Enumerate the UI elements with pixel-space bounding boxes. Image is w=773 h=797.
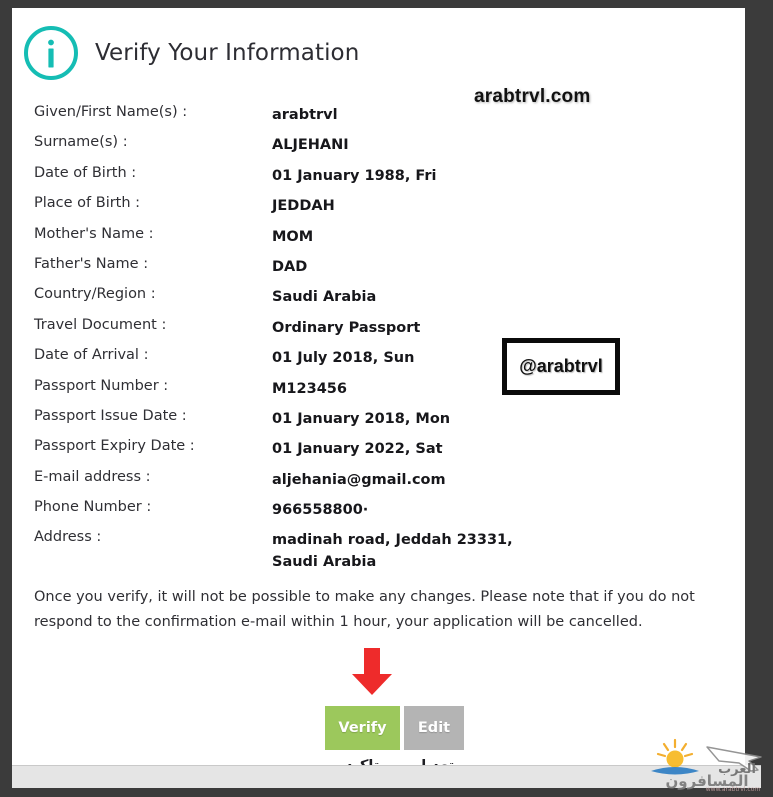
edit-button-caption-arabic: تعديل [404,758,464,765]
field-label: Father's Name : [34,255,149,272]
verify-button[interactable]: Verify [325,706,400,750]
field-value: arabtrvl [272,107,338,123]
field-value: ALJEHANI [272,137,349,154]
field-label: Phone Number : [34,499,152,516]
field-label: Mother's Name : [34,225,154,242]
field-row: Country/Region : Saudi Arabia [12,286,745,316]
field-value: MOM [272,228,314,245]
field-row: Address : madinah road, Jeddah 23331, Sau… [12,529,745,581]
field-row: Date of Arrival : 01 July 2018, Sun [12,347,745,377]
field-value: M123456 [272,380,347,397]
field-value: 966558800· [272,502,369,519]
verification-page-card: Verify Your Information arabtrvl.com @ar… [12,8,745,765]
verify-button-caption-arabic: تاكيد [325,758,400,765]
field-label: Passport Expiry Date : [34,438,195,455]
red-down-arrow-icon [345,648,399,696]
page-header: Verify Your Information [12,8,745,94]
field-label: Passport Issue Date : [34,407,187,424]
field-row: Passport Issue Date : 01 January 2018, Mo… [12,408,745,438]
field-label: Given/First Name(s) : [34,104,188,120]
field-value: 01 January 2022, Sat [272,441,443,458]
field-value: aljehania@gmail.com [272,471,446,488]
field-value: Ordinary Passport [272,319,421,336]
field-value: 01 January 1988, Fri [272,167,437,184]
brand-logo-watermark: العرب المسافرون www.arabtrvl.com [645,737,767,793]
field-label: Travel Document : [34,316,167,333]
field-row: Father's Name : DAD [12,256,745,286]
field-value: DAD [272,258,308,275]
field-label: E-mail address : [34,468,151,485]
field-row: Passport Expiry Date : 01 January 2022, S… [12,438,745,468]
svg-text:www.arabtrvl.com: www.arabtrvl.com [706,786,761,793]
field-value: madinah road, Jeddah 23331, Saudi Arabia [272,532,513,571]
field-value: 01 July 2018, Sun [272,350,415,367]
field-value: 01 January 2018, Mon [272,410,451,427]
field-label: Surname(s) : [34,134,128,151]
field-value: JEDDAH [272,198,335,215]
field-row: Place of Birth : JEDDAH [12,195,745,225]
field-value: Saudi Arabia [272,289,377,306]
field-row: Surname(s) : ALJEHANI [12,134,745,164]
window-frame: Verify Your Information arabtrvl.com @ar… [0,0,773,796]
edit-button[interactable]: Edit [404,706,464,750]
field-label: Passport Number : [34,377,169,394]
field-label: Place of Birth : [34,195,141,212]
field-row: E-mail address : aljehania@gmail.com [12,469,745,499]
field-label: Date of Birth : [34,164,137,181]
information-field-list: Given/First Name(s) : arabtrvl Surname(s) … [12,104,745,581]
field-label: Address : [34,529,102,546]
field-row: Travel Document : Ordinary Passport [12,317,745,347]
field-row: Passport Number : M123456 [12,378,745,408]
field-row: Mother's Name : MOM [12,226,745,256]
disclaimer-text: Once you verify, it will not be possible… [34,589,695,630]
field-row: Phone Number : 966558800· [12,499,745,529]
info-circle-icon [22,24,80,82]
field-row: Date of Birth : 01 January 1988, Fri [12,165,745,195]
field-row: Given/First Name(s) : arabtrvl [12,104,745,134]
page-title: Verify Your Information [95,40,360,66]
field-label: Date of Arrival : [34,347,149,364]
field-label: Country/Region : [34,286,156,303]
